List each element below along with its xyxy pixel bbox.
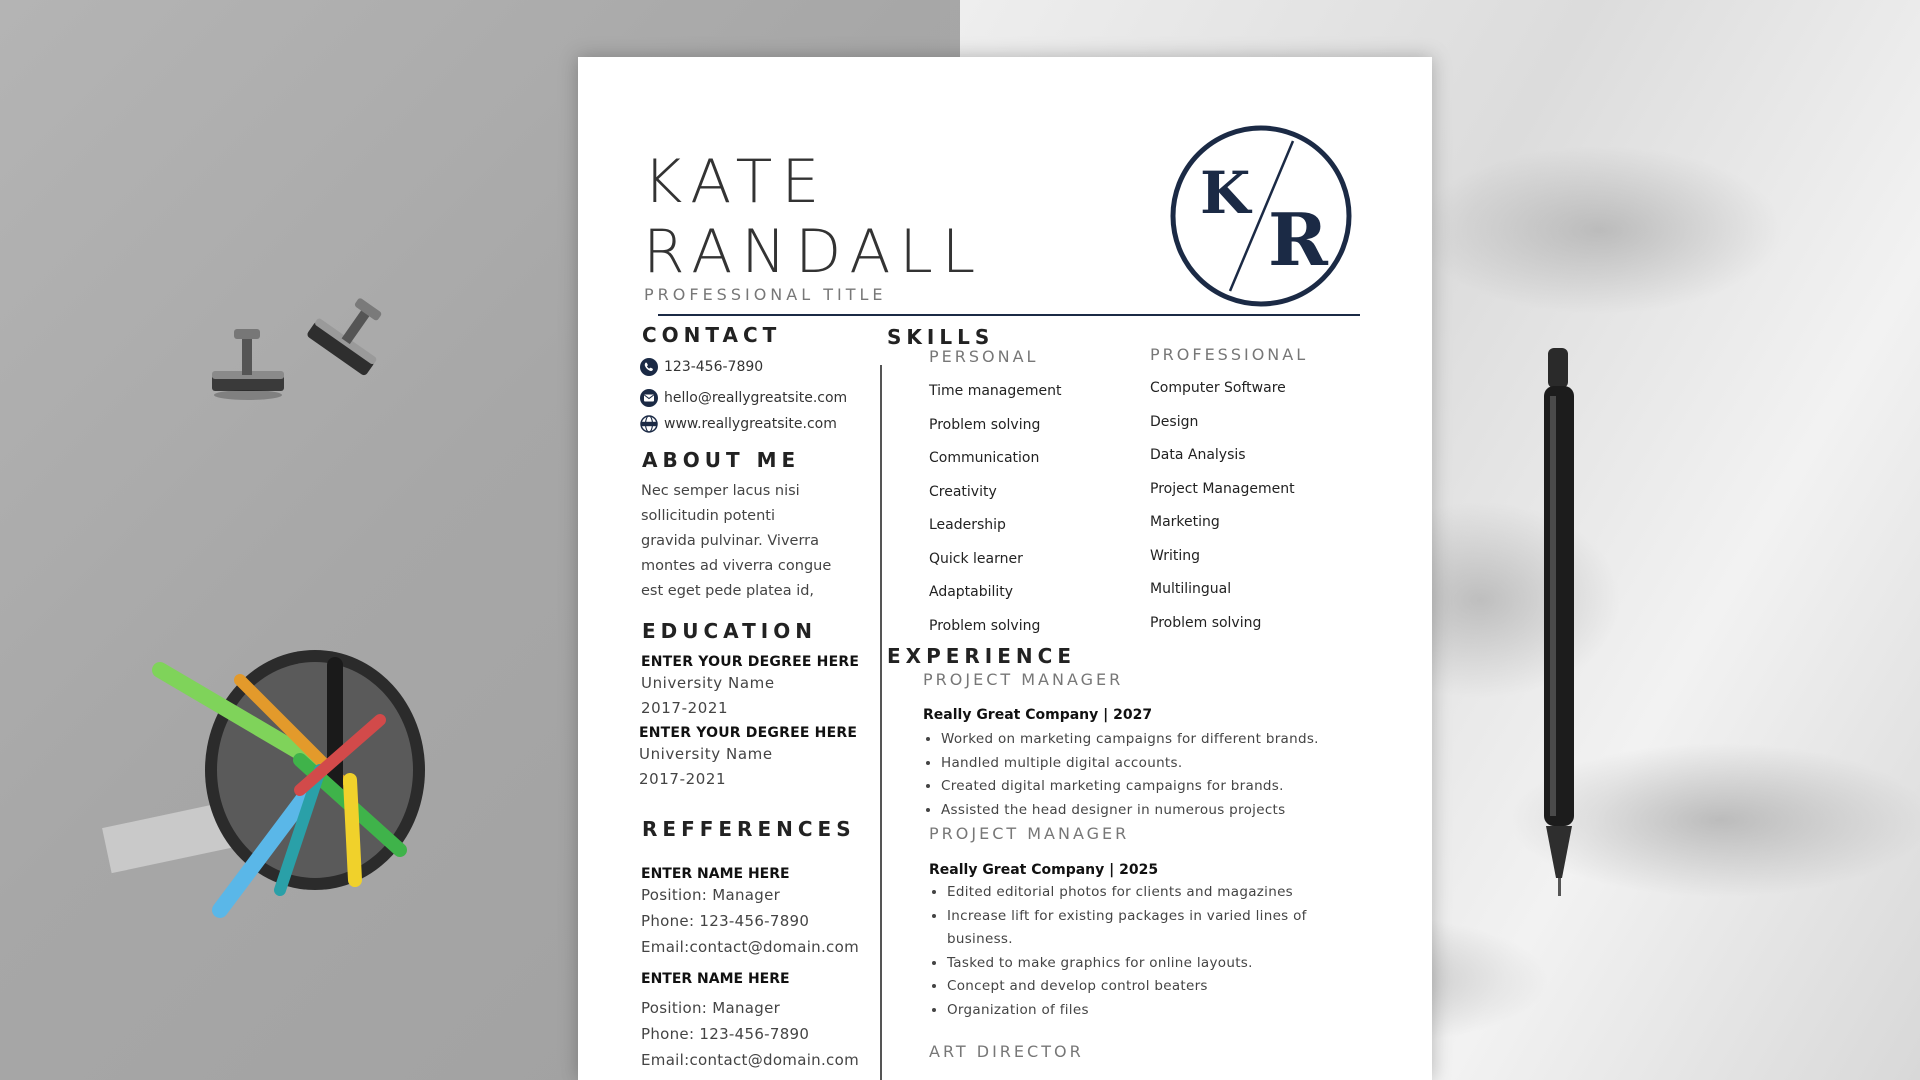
reference-email: Email:contact@domain.com <box>641 938 859 956</box>
reference-name: ENTER NAME HERE <box>641 971 790 987</box>
job-bullets: Worked on marketing campaigns for differ… <box>923 728 1371 822</box>
last-name: RANDALL <box>643 217 985 287</box>
job-bullet: Edited editorial photos for clients and … <box>947 881 1327 905</box>
skill-item: Project Management <box>1150 480 1295 497</box>
job-bullet: Assisted the head designer in numerous p… <box>941 799 1371 823</box>
professional-skills-list: Computer Software Design Data Analysis P… <box>1150 378 1295 646</box>
about-line: gravida pulvinar. Viverra <box>641 533 820 549</box>
reference-name: ENTER NAME HERE <box>641 866 790 882</box>
job-bullet: Created digital marketing campaigns for … <box>941 775 1371 799</box>
job-title: PROJECT MANAGER <box>929 824 1130 843</box>
skill-item: Quick learner <box>929 550 1023 567</box>
job-company: Really Great Company | 2025 <box>929 862 1159 878</box>
skill-item: Adaptability <box>929 584 1014 600</box>
references-heading: REFFERENCES <box>642 817 856 841</box>
professional-skills-heading: PROFESSIONAL <box>1150 345 1309 364</box>
education-years: 2017-2021 <box>639 770 727 788</box>
monogram-letter-r: R <box>1268 197 1329 282</box>
contact-email: hello@reallygreatsite.com <box>640 388 847 408</box>
about-line: Nec semper lacus nisi <box>641 483 800 499</box>
reference-position: Position: Manager <box>641 886 781 904</box>
about-line: est eget pede platea id, <box>641 583 815 599</box>
skill-item: Data Analysis <box>1150 447 1246 463</box>
monogram-logo: K R <box>1170 125 1352 307</box>
reference-entry: ENTER NAME HERE Position: Manager Phone:… <box>641 866 871 960</box>
skill-item: Problem solving <box>1150 614 1262 631</box>
about-line: sollicitudin potenti <box>641 508 776 524</box>
cufflink-image <box>307 298 382 376</box>
education-school: University Name <box>639 745 773 763</box>
education-entry: ENTER YOUR DEGREE HERE University Name 2… <box>641 654 871 717</box>
pen-cup-image <box>102 650 425 918</box>
globe-icon <box>640 415 658 433</box>
contact-phone: 123-456-7890 <box>640 357 763 377</box>
experience-heading: EXPERIENCE <box>887 644 1076 668</box>
job-bullet: Worked on marketing campaigns for differ… <box>941 728 1371 752</box>
contact-website: www.reallygreatsite.com <box>640 414 837 434</box>
header-divider <box>658 314 1360 316</box>
reference-phone: Phone: 123-456-7890 <box>641 912 810 930</box>
reference-email: Email:contact@domain.com <box>641 1051 859 1069</box>
about-heading: ABOUT ME <box>642 448 801 472</box>
education-entry: ENTER YOUR DEGREE HERE University Name 2… <box>639 725 869 788</box>
job-bullet: Handled multiple digital accounts. <box>941 752 1371 776</box>
about-text: Nec semper lacus nisi sollicitudin poten… <box>641 479 856 604</box>
cufflink-image <box>212 329 284 400</box>
contact-heading: CONTACT <box>642 323 782 347</box>
education-years: 2017-2021 <box>641 699 729 717</box>
first-name: KATE <box>643 147 829 217</box>
resume-page: KATE RANDALL PROFESSIONAL TITLE K R CONT… <box>578 57 1432 1080</box>
education-degree: ENTER YOUR DEGREE HERE <box>639 725 858 741</box>
skill-item: Multilingual <box>1150 581 1232 597</box>
professional-title: PROFESSIONAL TITLE <box>644 285 887 304</box>
skill-item: Writing <box>1150 547 1200 564</box>
column-divider <box>880 365 882 1080</box>
skill-item: Leadership <box>929 517 1006 533</box>
mail-icon <box>640 389 658 407</box>
job-bullet: Tasked to make graphics for online layou… <box>947 952 1327 976</box>
personal-skills-list: Time management Problem solving Communic… <box>929 381 1062 649</box>
contact-phone-text: 123-456-7890 <box>664 359 764 375</box>
skills-heading: SKILLS <box>887 325 995 349</box>
skill-item: Communication <box>929 450 1040 466</box>
about-line: montes ad viverra congue <box>641 558 832 574</box>
mechanical-pencil-image <box>1544 348 1574 896</box>
reference-phone: Phone: 123-456-7890 <box>641 1025 810 1043</box>
skill-item: Time management <box>929 383 1062 399</box>
contact-email-text: hello@reallygreatsite.com <box>664 390 848 406</box>
education-heading: EDUCATION <box>642 619 817 643</box>
skill-item: Creativity <box>929 483 997 500</box>
job-bullet: Organization of files <box>947 999 1327 1023</box>
skill-item: Computer Software <box>1150 380 1286 396</box>
reference-entry: ENTER NAME HERE Position: Manager Phone:… <box>641 971 871 1073</box>
job-title: PROJECT MANAGER <box>923 670 1124 689</box>
skill-item: Design <box>1150 413 1199 430</box>
job-bullet: Concept and develop control beaters <box>947 975 1327 999</box>
contact-website-text: www.reallygreatsite.com <box>664 416 837 432</box>
skill-item: Problem solving <box>929 416 1041 433</box>
reference-position: Position: Manager <box>641 999 781 1017</box>
phone-icon <box>640 358 658 376</box>
education-degree: ENTER YOUR DEGREE HERE <box>641 654 860 670</box>
job-company: Really Great Company | 2027 <box>923 707 1153 723</box>
job-bullets: Edited editorial photos for clients and … <box>929 881 1327 1022</box>
monogram-letter-k: K <box>1200 159 1253 227</box>
personal-skills-heading: PERSONAL <box>929 347 1039 366</box>
job-title: ART DIRECTOR <box>929 1042 1084 1061</box>
job-bullet: Increase lift for existing packages in v… <box>947 905 1327 952</box>
education-school: University Name <box>641 674 775 692</box>
skill-item: Marketing <box>1150 514 1220 530</box>
